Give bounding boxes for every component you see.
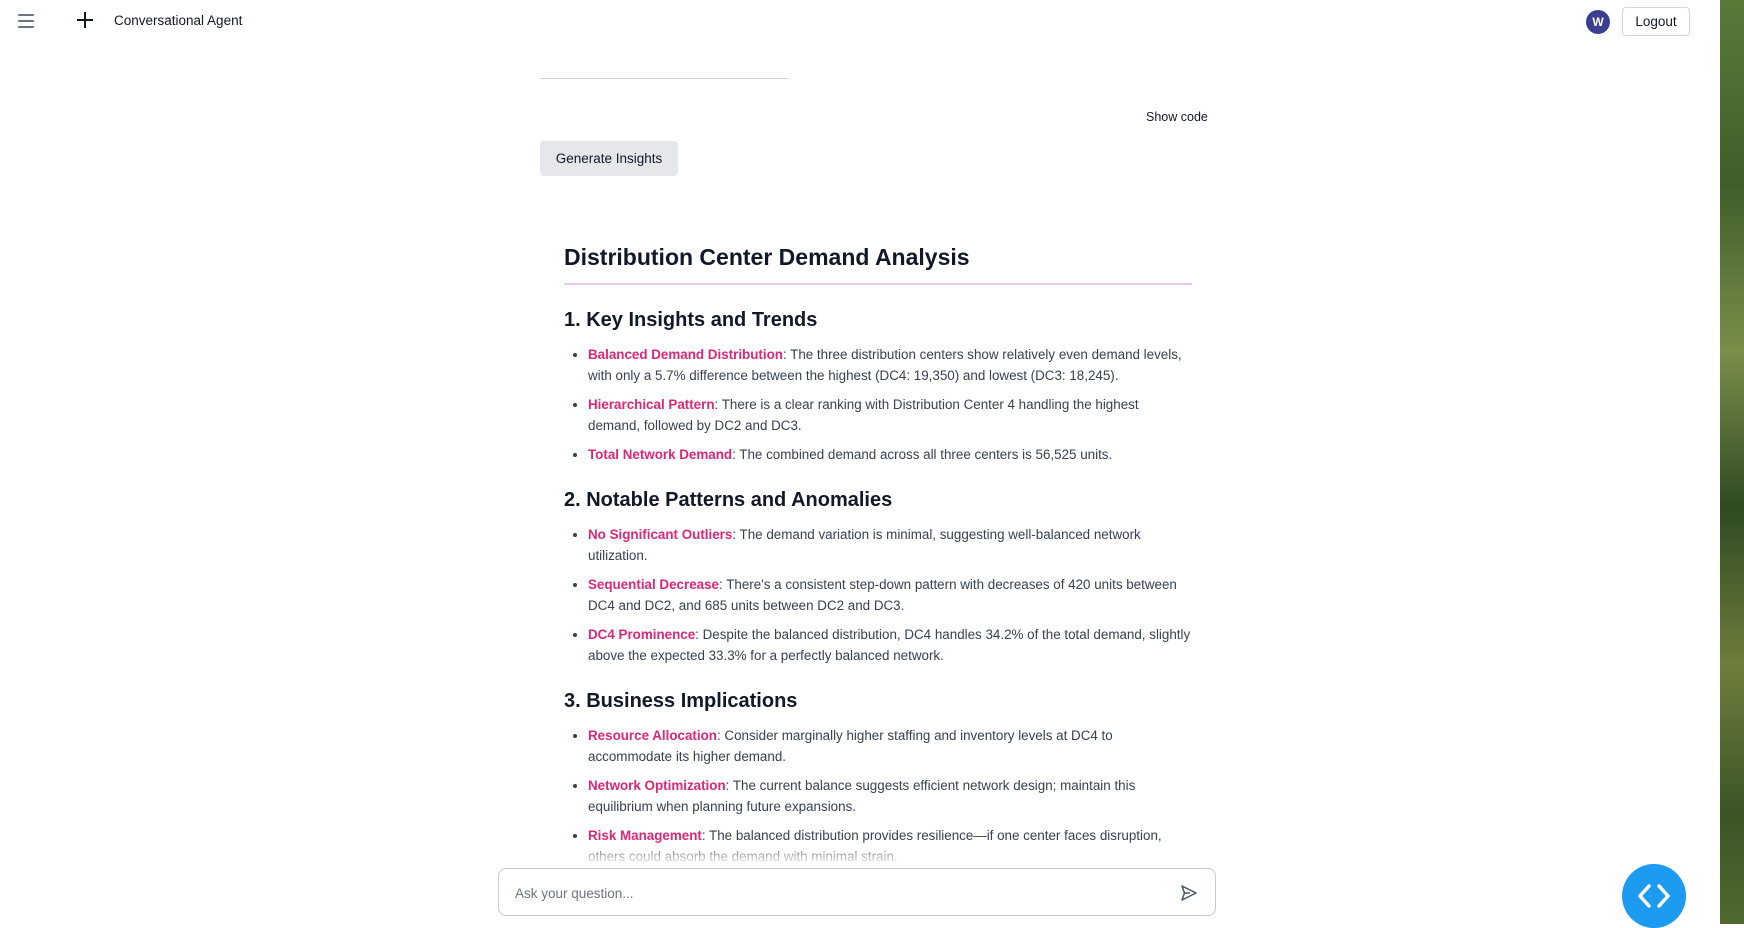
bullet-term: Total Network Demand — [588, 447, 733, 462]
bullet-text: : The combined demand across all three c… — [732, 447, 1113, 462]
question-input[interactable] — [513, 881, 1157, 905]
list-item: No Significant Outliers: The demand vari… — [588, 524, 1192, 566]
list-item: DC4 Prominence: Despite the balanced dis… — [588, 624, 1192, 666]
section-key-insights: 1. Key Insights and Trends Balanced Dema… — [564, 309, 1192, 465]
app-title: Conversational Agent — [114, 13, 243, 28]
logout-button[interactable]: Logout — [1622, 7, 1690, 36]
background-image-strip — [1720, 0, 1744, 924]
bullet-term: No Significant Outliers — [588, 527, 733, 542]
plus-icon[interactable] — [76, 11, 94, 29]
bullet-term: DC4 Prominence — [588, 627, 696, 642]
section-patterns: 2. Notable Patterns and Anomalies No Sig… — [564, 489, 1192, 666]
code-toggle-button[interactable] — [1622, 864, 1686, 928]
list-item: Resource Allocation: Consider marginally… — [588, 725, 1192, 767]
bullet-term: Hierarchical Pattern — [588, 397, 715, 412]
scroll-fade — [540, 840, 1220, 870]
section-heading: 2. Notable Patterns and Anomalies — [564, 489, 893, 511]
show-code-button[interactable]: Show code — [1146, 110, 1208, 124]
report-title: Distribution Center Demand Analysis — [564, 244, 1192, 285]
top-bar: Conversational Agent W Logout — [0, 0, 1720, 44]
list-item: Network Optimization: The current balanc… — [588, 775, 1192, 817]
section-heading: 1. Key Insights and Trends — [564, 309, 818, 331]
bullet-term: Sequential Decrease — [588, 577, 719, 592]
list-item: Sequential Decrease: There's a consisten… — [588, 574, 1192, 616]
list-item: Balanced Demand Distribution: The three … — [588, 344, 1192, 386]
section-heading: 3. Business Implications — [564, 690, 798, 712]
send-icon[interactable] — [1179, 883, 1199, 903]
bullet-term: Resource Allocation — [588, 728, 717, 743]
insights-report: Distribution Center Demand Analysis 1. K… — [564, 244, 1192, 875]
avatar[interactable]: W — [1586, 10, 1610, 34]
bullet-list: No Significant Outliers: The demand vari… — [564, 524, 1192, 666]
code-icon — [1638, 884, 1670, 908]
list-item: Total Network Demand: The combined deman… — [588, 444, 1192, 465]
bullet-term: Network Optimization — [588, 778, 726, 793]
bullet-term: Balanced Demand Distribution — [588, 347, 783, 362]
bullet-list: Balanced Demand Distribution: The three … — [564, 344, 1192, 465]
generate-insights-button[interactable]: Generate Insights — [540, 141, 678, 176]
menu-icon[interactable] — [18, 14, 34, 28]
list-item: Hierarchical Pattern: There is a clear r… — [588, 394, 1192, 436]
chat-input-box — [498, 868, 1216, 916]
divider — [540, 78, 789, 79]
